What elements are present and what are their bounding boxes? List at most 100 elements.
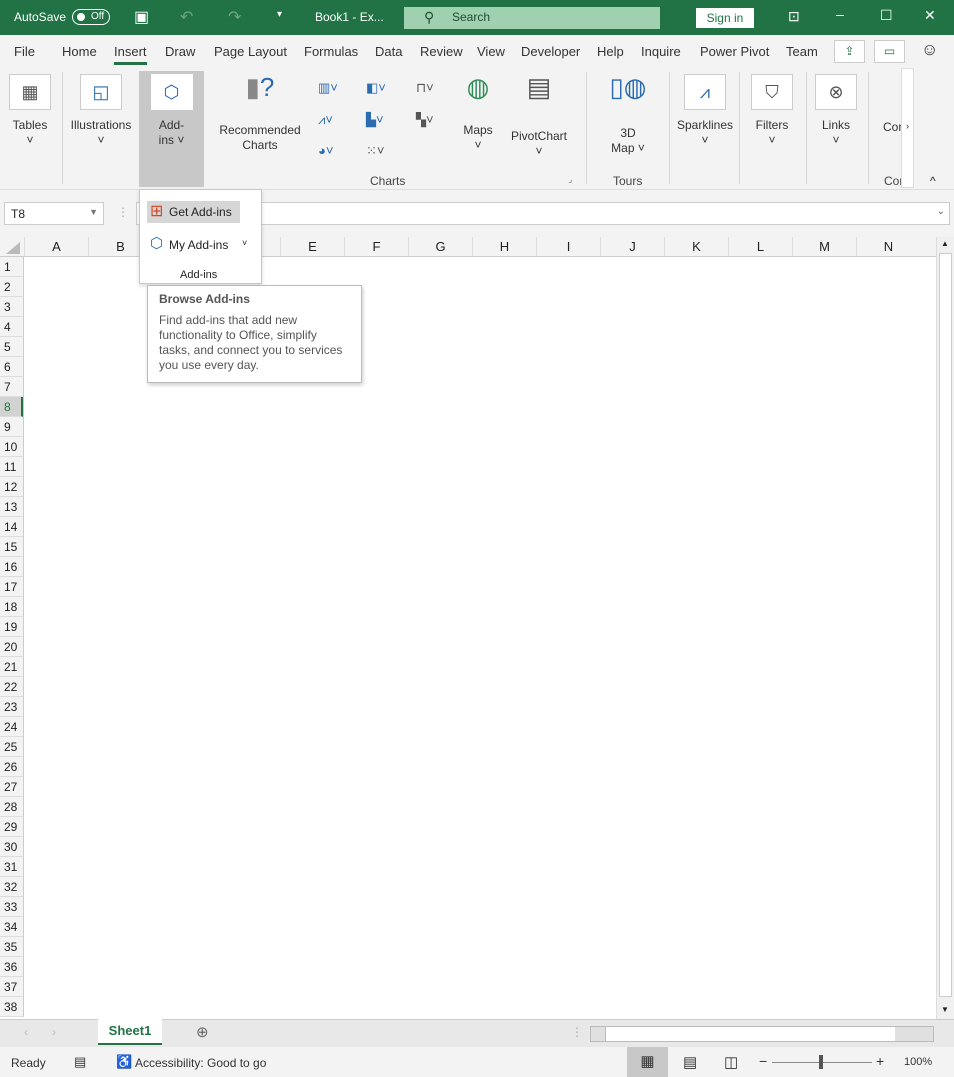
comments-ribbon-label[interactable]: Cor [883,120,902,134]
tab-view[interactable]: View [477,44,505,59]
page-layout-view-icon[interactable]: ▤ [683,1053,697,1071]
row-header[interactable]: 2 [0,277,23,297]
autosave-toggle[interactable]: Off [72,9,110,25]
feedback-smiley-icon[interactable]: ☺ [921,40,938,60]
row-header[interactable]: 7 [0,377,23,397]
row-header[interactable]: 16 [0,557,23,577]
row-header[interactable]: 15 [0,537,23,557]
sign-in-button[interactable]: Sign in [696,8,754,28]
minimize-icon[interactable]: – [836,6,844,22]
row-header[interactable]: 17 [0,577,23,597]
zoom-out-button[interactable]: − [759,1053,767,1069]
row-header[interactable]: 8 [0,397,23,417]
column-header[interactable]: L [728,237,792,257]
comments-icon[interactable]: ▭ [874,40,905,63]
select-all-button[interactable] [6,242,20,254]
row-header[interactable]: 28 [0,797,23,817]
row-header[interactable]: 5 [0,337,23,357]
column-header[interactable]: E [280,237,344,257]
row-header[interactable]: 3 [0,297,23,317]
tab-review[interactable]: Review [420,44,463,59]
prev-sheet-icon[interactable]: ‹ [24,1025,28,1039]
accessibility-status[interactable]: Accessibility: Good to go [135,1056,266,1070]
row-header[interactable]: 22 [0,677,23,697]
name-box[interactable]: T8 ▼ [4,202,104,225]
h-scroll-thumb[interactable] [605,1027,895,1041]
tab-inquire[interactable]: Inquire [641,44,681,59]
zoom-in-button[interactable]: + [876,1053,884,1069]
tab-developer[interactable]: Developer [521,44,580,59]
maximize-icon[interactable]: ☐ [880,7,893,24]
row-header[interactable]: 34 [0,917,23,937]
add-ins-button[interactable]: ⬡ Add-ins ˅ [139,71,204,187]
close-icon[interactable]: ✕ [924,7,936,24]
row-header[interactable]: 6 [0,357,23,377]
row-header[interactable]: 33 [0,897,23,917]
scatter-chart-icon[interactable]: ⁙˅ [366,143,384,159]
links-button[interactable]: ⊗ Links ˅ [812,74,860,148]
row-header[interactable]: 10 [0,437,23,457]
horizontal-scrollbar[interactable] [590,1026,934,1042]
tab-insert[interactable]: Insert [114,44,147,65]
tab-file[interactable]: File [14,44,35,59]
row-header[interactable]: 11 [0,457,23,477]
maps-button[interactable]: ◍ Maps ˅ [458,74,498,153]
add-sheet-icon[interactable]: ⊕ [196,1023,209,1041]
row-header[interactable]: 4 [0,317,23,337]
row-header[interactable]: 25 [0,737,23,757]
tab-power-pivot[interactable]: Power Pivot [700,44,769,59]
sparklines-button[interactable]: ⩘ Sparklines ˅ [674,74,736,148]
row-header[interactable]: 12 [0,477,23,497]
row-header[interactable]: 18 [0,597,23,617]
row-header[interactable]: 20 [0,637,23,657]
row-header[interactable]: 21 [0,657,23,677]
tab-home[interactable]: Home [62,44,97,59]
combo-chart-icon[interactable]: ▚˅ [416,112,434,128]
column-header[interactable]: K [664,237,728,257]
recommended-charts-button[interactable]: ▮? Recommended Charts [214,74,306,153]
row-header[interactable]: 38 [0,997,23,1017]
row-header[interactable]: 35 [0,937,23,957]
page-break-view-icon[interactable]: ◫ [724,1053,738,1071]
3d-map-button[interactable]: ▯◍ 3D Map ˅ [598,74,658,156]
tab-formulas[interactable]: Formulas [304,44,358,59]
pie-chart-icon[interactable]: ◕˅ [318,143,333,158]
sheet-tab[interactable]: Sheet1 [98,1019,162,1045]
my-add-ins-item[interactable]: ⬡ My Add-ins ˅ [147,234,257,256]
share-icon[interactable]: ⇪ [834,40,865,63]
pivotchart-button[interactable]: ▤ PivotChart ˅ [506,74,572,159]
ribbon-display-icon[interactable]: ⊡ [788,8,800,25]
dialog-launcher-icon[interactable]: ⌟ [568,174,572,185]
statistic-chart-icon[interactable]: ▙˅ [366,112,384,128]
row-header[interactable]: 19 [0,617,23,637]
tab-team[interactable]: Team [786,44,818,59]
illustrations-button[interactable]: ◱ Illustrations ˅ [68,74,134,148]
row-header[interactable]: 26 [0,757,23,777]
zoom-level[interactable]: 100% [904,1056,932,1068]
column-header[interactable]: A [24,237,88,257]
row-header[interactable]: 36 [0,957,23,977]
row-header[interactable]: 24 [0,717,23,737]
ribbon-scroll-right[interactable]: › [901,68,914,188]
row-header[interactable]: 37 [0,977,23,997]
macro-record-icon[interactable]: ▤ [74,1054,86,1070]
undo-icon[interactable]: ↶ [180,7,193,27]
column-header[interactable]: N [856,237,920,257]
tab-page-layout[interactable]: Page Layout [214,44,287,59]
column-header[interactable]: J [600,237,664,257]
hierarchy-chart-icon[interactable]: ◧˅ [366,80,386,96]
row-header[interactable]: 13 [0,497,23,517]
get-add-ins-item[interactable]: ⊞ Get Add-ins [147,201,240,223]
column-header[interactable]: G [408,237,472,257]
accessibility-icon[interactable]: ♿ [116,1054,132,1070]
zoom-slider-thumb[interactable] [819,1055,823,1069]
tab-draw[interactable]: Draw [165,44,195,59]
column-header[interactable]: I [536,237,600,257]
row-header[interactable]: 32 [0,877,23,897]
tab-data[interactable]: Data [375,44,402,59]
collapse-ribbon-icon[interactable]: ^ [930,174,936,188]
normal-view-icon[interactable]: ▦ [627,1047,668,1077]
vertical-scrollbar[interactable]: ▲ ▼ [936,237,954,1020]
tab-split-grip[interactable]: ⋮ [571,1025,583,1039]
column-header[interactable]: M [792,237,856,257]
